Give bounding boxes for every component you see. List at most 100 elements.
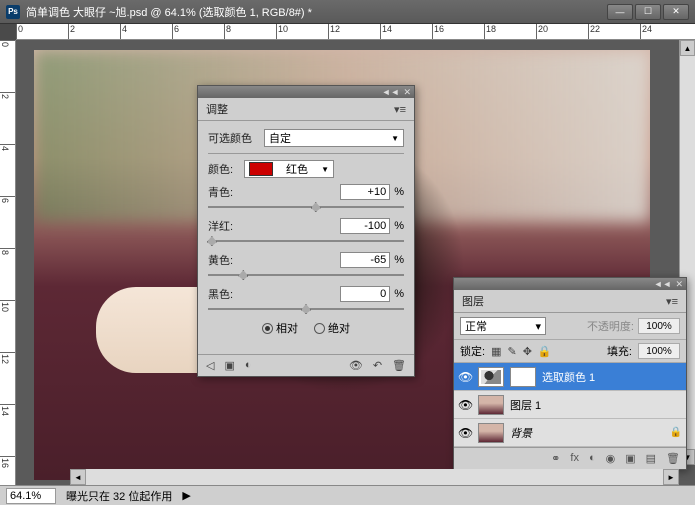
fx-icon[interactable]: fx xyxy=(570,452,579,465)
relative-label: 相对 xyxy=(276,320,298,336)
scrollbar-horizontal[interactable]: ◄ ► xyxy=(70,469,679,485)
panel-close-icon[interactable]: ✕ xyxy=(403,87,411,98)
expand-icon[interactable]: ▣ xyxy=(224,359,234,372)
group-icon[interactable]: ▣ xyxy=(625,452,635,465)
minimize-button[interactable]: — xyxy=(607,4,633,20)
lock-pixels-icon[interactable]: ✎ xyxy=(507,345,516,358)
ruler-vertical[interactable]: 0246810121416 xyxy=(0,40,16,485)
color-label: 颜色: xyxy=(208,161,238,177)
panel-menu-icon[interactable]: ▾≡ xyxy=(666,295,678,308)
layer-item[interactable]: 👁 图层 1 xyxy=(454,391,686,419)
layers-footer: ⚭ fx ◐ ◉ ▣ ▤ 🗑 xyxy=(454,447,686,469)
collapse-icon[interactable]: ◄◄ xyxy=(382,87,400,97)
status-info: 曝光只在 32 位起作用 xyxy=(66,488,172,504)
visibility-toggle[interactable]: 👁 xyxy=(458,398,472,412)
trash-icon[interactable]: 🗑 xyxy=(392,359,406,372)
scroll-up-button[interactable]: ▲ xyxy=(680,40,695,56)
panel-footer: ◁ ▣ ◐ 👁 ↶ 🗑 xyxy=(198,354,414,376)
slider-row: 黑色:% xyxy=(208,286,404,310)
slider-row: 青色:% xyxy=(208,184,404,208)
slider-thumb[interactable] xyxy=(311,202,321,212)
slider-row: 黄色:% xyxy=(208,252,404,276)
lock-position-icon[interactable]: ✥ xyxy=(523,345,532,358)
fill-label: 填充: xyxy=(607,343,632,359)
panel-header[interactable]: ◄◄ ✕ xyxy=(454,278,686,290)
slider-label: 黑色: xyxy=(208,286,233,302)
lock-label: 锁定: xyxy=(460,343,485,359)
percent-label: % xyxy=(394,220,404,232)
mask-thumb xyxy=(510,367,536,387)
slider-input[interactable] xyxy=(340,218,390,234)
slider-track[interactable] xyxy=(208,274,404,276)
reset-icon[interactable]: ↶ xyxy=(373,359,382,372)
layer-thumb xyxy=(478,423,504,443)
slider-track[interactable] xyxy=(208,240,404,242)
slider-input[interactable] xyxy=(340,184,390,200)
slider-label: 黄色: xyxy=(208,252,233,268)
new-layer-icon[interactable]: ▤ xyxy=(646,452,656,465)
visibility-toggle[interactable]: 👁 xyxy=(458,426,472,440)
method-label: 可选颜色 xyxy=(208,130,258,146)
radio-dot-icon xyxy=(314,323,325,334)
radio-dot-icon xyxy=(262,323,273,334)
layer-name[interactable]: 背景 xyxy=(510,425,532,441)
collapse-icon[interactable]: ◄◄ xyxy=(654,279,672,289)
slider-track[interactable] xyxy=(208,308,404,310)
ruler-horizontal[interactable]: 024681012141618202224 xyxy=(16,24,695,40)
layer-item[interactable]: 👁背景🔒 xyxy=(454,419,686,447)
absolute-radio[interactable]: 绝对 xyxy=(314,320,350,336)
layers-tab[interactable]: 图层 xyxy=(462,293,484,309)
scroll-right-button[interactable]: ► xyxy=(663,469,679,485)
percent-label: % xyxy=(394,254,404,266)
chevron-down-icon: ▾ xyxy=(535,320,541,333)
opacity-label: 不透明度: xyxy=(587,318,634,334)
layer-thumb xyxy=(478,395,504,415)
clip-icon[interactable]: ◐ xyxy=(245,359,252,372)
lock-transparent-icon[interactable]: ▦ xyxy=(491,345,501,358)
back-icon[interactable]: ◁ xyxy=(206,359,214,372)
adjustment-icon[interactable]: ◉ xyxy=(606,452,616,465)
layers-panel: ◄◄ ✕ 图层 ▾≡ 正常 ▾ 不透明度: 100% 锁定: ▦ ✎ ✥ 🔒 填… xyxy=(453,277,687,470)
slider-thumb[interactable] xyxy=(238,270,248,280)
slider-label: 青色: xyxy=(208,184,233,200)
trash-icon[interactable]: 🗑 xyxy=(666,452,680,465)
slider-input[interactable] xyxy=(340,286,390,302)
fill-input[interactable]: 100% xyxy=(638,343,680,359)
relative-radio[interactable]: 相对 xyxy=(262,320,298,336)
layer-list: 👁选取颜色 1👁图层 1👁背景🔒 xyxy=(454,363,686,447)
link-icon[interactable]: ⚭ xyxy=(551,452,560,465)
adjustments-panel: ◄◄ ✕ 调整 ▾≡ 可选颜色 自定 ▼ 颜色: 红色 ▼ 青色:%洋红:%黄色… xyxy=(197,85,415,377)
status-arrow-icon[interactable]: ▶ xyxy=(182,489,190,502)
layer-item[interactable]: 👁 选取颜色 1 xyxy=(454,363,686,391)
panel-header[interactable]: ◄◄ ✕ xyxy=(198,86,414,98)
window-controls: — ☐ ✕ xyxy=(607,4,689,20)
visibility-icon[interactable]: 👁 xyxy=(349,359,363,372)
visibility-toggle[interactable]: 👁 xyxy=(458,370,472,384)
slider-thumb[interactable] xyxy=(207,236,217,246)
layer-name[interactable]: 图层 1 xyxy=(510,397,541,413)
panel-close-icon[interactable]: ✕ xyxy=(675,279,683,290)
preset-select[interactable]: 自定 ▼ xyxy=(264,129,404,147)
panel-tab-bar: 调整 ▾≡ xyxy=(198,98,414,121)
slider-thumb[interactable] xyxy=(301,304,311,314)
chevron-down-icon: ▼ xyxy=(391,134,399,143)
close-button[interactable]: ✕ xyxy=(663,4,689,20)
slider-input[interactable] xyxy=(340,252,390,268)
zoom-input[interactable]: 64.1% xyxy=(6,488,56,504)
color-swatch xyxy=(249,162,273,176)
color-select[interactable]: 红色 ▼ xyxy=(244,160,334,178)
layer-name[interactable]: 选取颜色 1 xyxy=(542,369,595,385)
mask-icon[interactable]: ◐ xyxy=(589,452,596,465)
lock-all-icon[interactable]: 🔒 xyxy=(538,345,552,358)
percent-label: % xyxy=(394,288,404,300)
slider-track[interactable] xyxy=(208,206,404,208)
maximize-button[interactable]: ☐ xyxy=(635,4,661,20)
document-title: 简单调色 大眼仔 ~旭.psd @ 64.1% (选取颜色 1, RGB/8#)… xyxy=(26,4,607,20)
percent-label: % xyxy=(394,186,404,198)
adjustments-tab[interactable]: 调整 xyxy=(206,101,228,117)
panel-menu-icon[interactable]: ▾≡ xyxy=(394,103,406,116)
opacity-input[interactable]: 100% xyxy=(638,318,680,334)
preset-value: 自定 xyxy=(269,130,291,146)
scroll-left-button[interactable]: ◄ xyxy=(70,469,86,485)
blend-mode-select[interactable]: 正常 ▾ xyxy=(460,317,546,335)
